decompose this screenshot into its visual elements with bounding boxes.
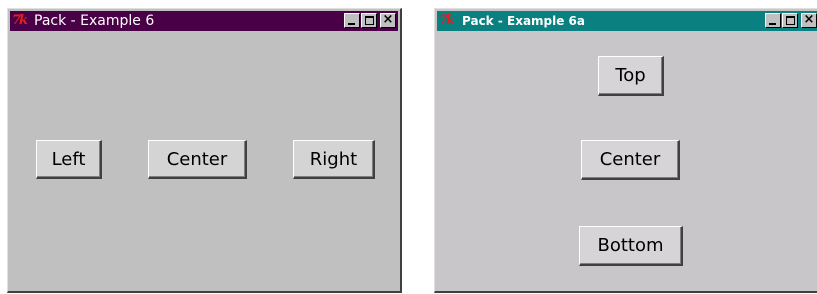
left-button[interactable]: Left bbox=[36, 140, 102, 179]
close-icon: × bbox=[382, 12, 394, 27]
minimize-button[interactable] bbox=[344, 13, 360, 28]
maximize-button[interactable] bbox=[782, 13, 798, 28]
center-button[interactable]: Center bbox=[148, 140, 247, 179]
maximize-icon bbox=[365, 16, 374, 25]
maximize-icon bbox=[786, 16, 795, 25]
minimize-button[interactable] bbox=[765, 13, 781, 28]
tk-logo-icon: 7k bbox=[439, 13, 455, 28]
window-example-6: 7k Pack - Example 6 × Left Center Right bbox=[7, 8, 402, 293]
close-button[interactable]: × bbox=[801, 12, 817, 28]
window-controls: × bbox=[764, 12, 817, 28]
window-example-6a: 7k Pack - Example 6a × Top Center Bottom bbox=[434, 8, 817, 293]
close-icon: × bbox=[803, 12, 815, 27]
top-button[interactable]: Top bbox=[598, 56, 664, 96]
title-bar[interactable]: 7k Pack - Example 6 × bbox=[10, 11, 398, 31]
window-title: Pack - Example 6a bbox=[462, 14, 586, 28]
maximize-button[interactable] bbox=[361, 13, 377, 28]
center-button[interactable]: Center bbox=[581, 140, 680, 180]
close-button[interactable]: × bbox=[380, 12, 396, 28]
right-button[interactable]: Right bbox=[293, 140, 375, 179]
tk-logo-icon: 7k bbox=[12, 13, 28, 28]
bottom-button[interactable]: Bottom bbox=[579, 226, 683, 266]
window-title: Pack - Example 6 bbox=[34, 13, 155, 29]
minimize-icon bbox=[769, 23, 776, 25]
window-controls: × bbox=[343, 12, 396, 28]
title-bar[interactable]: 7k Pack - Example 6a × bbox=[437, 11, 817, 31]
minimize-icon bbox=[348, 23, 355, 25]
